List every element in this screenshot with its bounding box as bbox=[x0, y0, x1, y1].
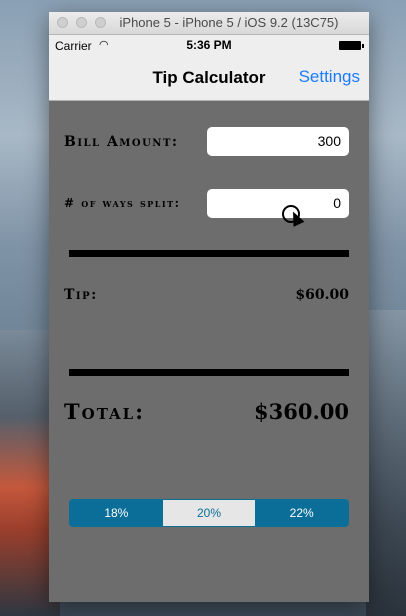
settings-button[interactable]: Settings bbox=[299, 67, 360, 87]
battery-icon bbox=[339, 41, 364, 50]
split-ways-input[interactable]: 0 bbox=[207, 189, 349, 218]
tip-option-20[interactable]: 20% bbox=[162, 500, 256, 526]
simulator-window: iPhone 5 - iPhone 5 / iOS 9.2 (13C75) Ca… bbox=[49, 12, 369, 602]
divider bbox=[69, 369, 349, 376]
navigation-bar: Tip Calculator Settings bbox=[49, 56, 369, 101]
desktop-mountain bbox=[366, 310, 406, 616]
bill-amount-input[interactable]: 300 bbox=[207, 127, 349, 156]
tip-percentage-selector: 18% 20% 22% bbox=[69, 499, 349, 527]
minimize-button[interactable] bbox=[76, 17, 87, 28]
zoom-button[interactable] bbox=[95, 17, 106, 28]
tip-amount: $60.00 bbox=[295, 287, 349, 303]
window-titlebar[interactable]: iPhone 5 - iPhone 5 / iOS 9.2 (13C75) bbox=[49, 12, 369, 35]
tip-option-22[interactable]: 22% bbox=[255, 500, 348, 526]
tip-label: Tip: bbox=[64, 287, 98, 303]
window-controls bbox=[57, 17, 106, 28]
window-title: iPhone 5 - iPhone 5 / iOS 9.2 (13C75) bbox=[119, 15, 339, 30]
divider bbox=[69, 250, 349, 257]
total-label: Total: bbox=[64, 399, 145, 424]
total-amount: $360.00 bbox=[254, 399, 349, 424]
status-time: 5:36 PM bbox=[186, 38, 232, 52]
status-bar: Carrier ◠ 5:36 PM bbox=[49, 35, 369, 56]
close-button[interactable] bbox=[57, 17, 68, 28]
bill-amount-label: Bill Amount: bbox=[64, 134, 179, 150]
tip-option-18[interactable]: 18% bbox=[70, 500, 163, 526]
calculator-view: Bill Amount: 300 # of ways split: 0 Tip:… bbox=[49, 101, 369, 603]
split-ways-label: # of ways split: bbox=[64, 196, 181, 210]
